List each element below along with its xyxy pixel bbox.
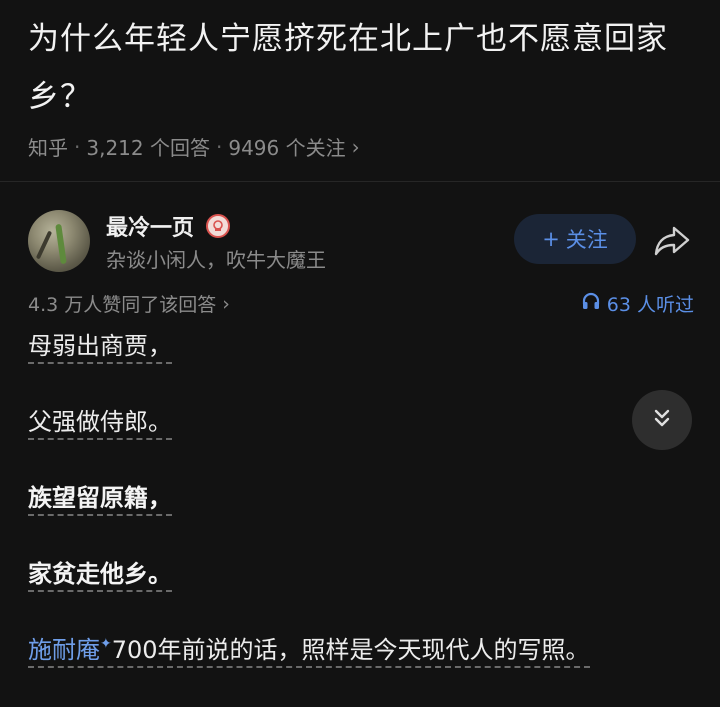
answer-line-text: 700年前说的话，照样是今天现代人的写照。 bbox=[111, 636, 590, 664]
answer-line: 族望留原籍， bbox=[28, 484, 172, 516]
follow-button-label: 关注 bbox=[565, 228, 608, 252]
answer-paragraph: 母弱出商贾， bbox=[28, 326, 698, 366]
answer-line: 家贫走他乡。 bbox=[28, 560, 172, 592]
headphones-icon bbox=[581, 292, 601, 315]
follow-button[interactable]: + 关注 bbox=[514, 214, 636, 264]
answer-content: 母弱出商贾， 父强做侍郎。 族望留原籍， 家贫走他乡。 施耐庵✦700年前说的话… bbox=[28, 326, 698, 706]
author-link[interactable]: 施耐庵 bbox=[28, 636, 100, 664]
likes-count: 4.3 万人赞同了该回答 bbox=[28, 294, 217, 316]
share-icon[interactable] bbox=[652, 222, 692, 258]
question-header: 为什么年轻人宁愿挤死在北上广也不愿意回家乡？ 知乎 · 3,212 个回答 · … bbox=[28, 10, 688, 161]
avatar[interactable] bbox=[28, 210, 90, 272]
listen-count-label: 63 人听过 bbox=[606, 294, 694, 316]
plus-icon: + bbox=[542, 227, 560, 251]
chevron-right-icon: › bbox=[222, 292, 230, 315]
likes-summary[interactable]: 4.3 万人赞同了该回答 › bbox=[28, 290, 230, 317]
answer-line: 母弱出商贾， bbox=[28, 332, 172, 364]
listen-count[interactable]: 63 人听过 bbox=[581, 290, 694, 317]
badge-icon[interactable] bbox=[206, 214, 231, 238]
question-source: 知乎 bbox=[28, 136, 68, 160]
double-chevron-down-icon bbox=[651, 407, 673, 433]
author-name[interactable]: 最冷一页 bbox=[106, 210, 194, 242]
chevron-right-icon: › bbox=[351, 134, 360, 159]
answer-paragraph: 施耐庵✦700年前说的话，照样是今天现代人的写照。 bbox=[28, 630, 698, 670]
answer-line: 施耐庵✦700年前说的话，照样是今天现代人的写照。 bbox=[28, 636, 590, 668]
answer-paragraph: 家贫走他乡。 bbox=[28, 554, 698, 594]
divider bbox=[0, 181, 720, 182]
question-title[interactable]: 为什么年轻人宁愿挤死在北上广也不愿意回家乡？ bbox=[28, 10, 688, 126]
sparkle-icon: ✦ bbox=[100, 636, 112, 652]
meta-separator: · bbox=[74, 134, 81, 159]
answer-line: 父强做侍郎。 bbox=[28, 408, 172, 440]
answer-paragraph: 父强做侍郎。 bbox=[28, 402, 698, 442]
meta-separator: · bbox=[215, 134, 223, 159]
answer-count: 3,212 个回答 bbox=[86, 136, 210, 160]
author-row: 最冷一页 杂谈小闲人，吹牛大魔王 + 关注 bbox=[28, 208, 694, 274]
question-meta[interactable]: 知乎 · 3,212 个回答 · 9496 个关注 › bbox=[28, 132, 688, 161]
author-name-row: 最冷一页 bbox=[106, 210, 231, 242]
answer-paragraph: 族望留原籍， bbox=[28, 478, 698, 518]
answer-stats: 4.3 万人赞同了该回答 › 63 人听过 bbox=[28, 288, 694, 318]
collapse-button[interactable] bbox=[632, 390, 692, 450]
follower-count: 9496 个关注 bbox=[228, 136, 346, 160]
author-bio: 杂谈小闲人，吹牛大魔王 bbox=[106, 248, 326, 272]
